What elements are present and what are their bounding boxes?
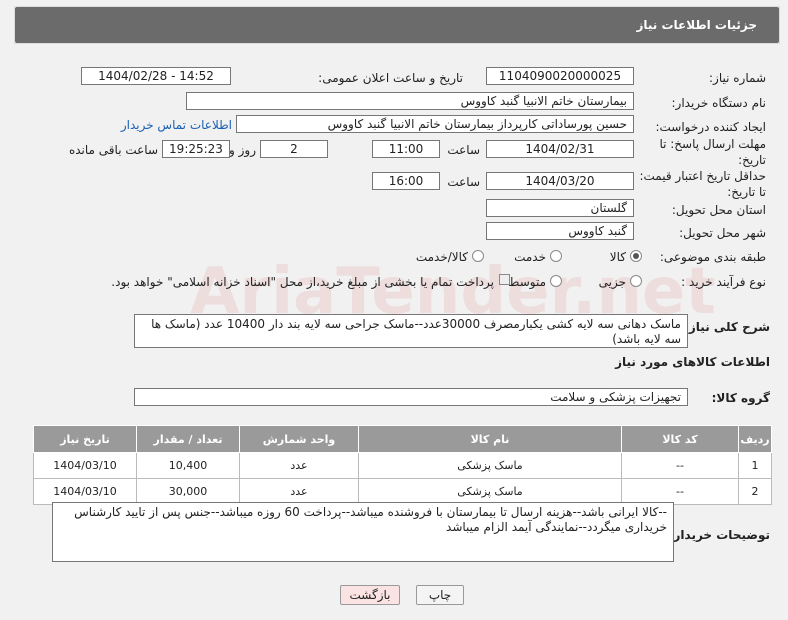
cell-row: 1 (738, 452, 772, 479)
process-radio-medium[interactable] (550, 275, 562, 287)
announce-field[interactable]: 1404/02/28 - 14:52 (81, 67, 231, 85)
payment-note: پرداخت تمام یا بخشی از مبلغ خرید،از محل … (111, 275, 494, 289)
cell-name: ماسک پزشکی (358, 478, 622, 505)
col-row: ردیف (738, 425, 772, 453)
goods-group-field[interactable]: تجهیزات پزشکی و سلامت (134, 388, 688, 406)
category-radio-goods[interactable] (630, 250, 642, 262)
page-title: جزئیات اطلاعات نیاز (15, 7, 779, 43)
city-field[interactable]: گنبد کاووس (486, 222, 634, 240)
buyer-notes-label: توضیحات خریدار: (668, 528, 770, 542)
remaining-label: ساعت باقی مانده (68, 143, 158, 157)
contact-info-link[interactable]: اطلاعات تماس خریدار (121, 118, 232, 132)
price-deadline-label-line2: تا تاریخ: (727, 185, 766, 199)
col-code: کد کالا (621, 425, 739, 453)
goods-info-title: اطلاعات کالاهای مورد نیاز (615, 355, 770, 369)
table-header-row: ردیف کد کالا نام کالا واحد شمارش تعداد /… (33, 425, 772, 453)
cell-unit: عدد (239, 452, 359, 479)
table-row: 2 -- ماسک پزشکی عدد 30,000 1404/03/10 (33, 478, 772, 505)
need-number-field[interactable]: 1104090020000025 (486, 67, 634, 85)
back-button[interactable]: بازگشت (340, 585, 400, 605)
description-field[interactable]: ماسک دهانی سه لایه کشی یکبارمصرف 30000عد… (134, 314, 688, 348)
send-deadline-label: مهلت ارسال پاسخ: تا تاریخ: (659, 136, 766, 168)
col-date: تاریخ نیاز (33, 425, 137, 453)
col-qty: تعداد / مقدار (136, 425, 240, 453)
category-label: طبقه بندی موضوعی: (659, 250, 766, 264)
category-option-service: خدمت (514, 250, 546, 264)
print-button[interactable]: چاپ (416, 585, 464, 605)
send-deadline-label-line1: مهلت ارسال پاسخ: تا (659, 137, 766, 151)
header-panel: جزئیات اطلاعات نیاز (14, 6, 780, 44)
price-time-field[interactable]: 16:00 (372, 172, 440, 190)
need-number-label: شماره نیاز: (709, 71, 766, 85)
price-time-label: ساعت (447, 175, 480, 189)
send-time-field[interactable]: 11:00 (372, 140, 440, 158)
province-label: استان محل تحویل: (671, 203, 766, 217)
city-label: شهر محل تحویل: (679, 226, 766, 240)
send-date-field[interactable]: 1404/02/31 (486, 140, 634, 158)
buyer-org-field[interactable]: بیمارستان خاتم الانبیا گنبد کاووس (186, 92, 634, 110)
price-deadline-label: حداقل تاریخ اعتبار قیمت: تا تاریخ: (639, 168, 766, 200)
category-option-goods-service: کالا/خدمت (415, 250, 468, 264)
category-radio-service[interactable] (550, 250, 562, 262)
price-date-field[interactable]: 1404/03/20 (486, 172, 634, 190)
table-row: 1 -- ماسک پزشکی عدد 10,400 1404/03/10 (33, 452, 772, 479)
process-label: نوع فرآیند خرید : (681, 275, 766, 289)
process-radio-minor[interactable] (630, 275, 642, 287)
send-time-label: ساعت (447, 143, 480, 157)
remaining-time-field[interactable]: 19:25:23 (162, 140, 230, 158)
cell-date: 1404/03/10 (33, 452, 137, 479)
treasury-checkbox[interactable] (499, 274, 510, 285)
process-option-medium: متوسط (508, 275, 546, 289)
items-table: ردیف کد کالا نام کالا واحد شمارش تعداد /… (33, 425, 772, 505)
cell-code: -- (621, 452, 739, 479)
cell-unit: عدد (239, 478, 359, 505)
cell-qty: 10,400 (136, 452, 240, 479)
buyer-org-label: نام دستگاه خریدار: (671, 96, 767, 110)
process-option-minor: جزیی (598, 275, 626, 289)
creator-label: ایجاد کننده درخواست: (655, 120, 766, 134)
col-unit: واحد شمارش (239, 425, 359, 453)
days-label: روز و (229, 143, 256, 157)
col-name: نام کالا (358, 425, 622, 453)
cell-date: 1404/03/10 (33, 478, 137, 505)
cell-row: 2 (738, 478, 772, 505)
announce-label: تاریخ و ساعت اعلان عمومی: (318, 71, 463, 85)
cell-code: -- (621, 478, 739, 505)
cell-qty: 30,000 (136, 478, 240, 505)
price-deadline-label-line1: حداقل تاریخ اعتبار قیمت: (639, 169, 766, 183)
description-label: شرح کلی نیاز: (684, 320, 770, 334)
buyer-notes-field[interactable]: --کالا ایرانی باشد--هزینه ارسال تا بیمار… (52, 502, 674, 562)
goods-group-label: گروه کالا: (711, 391, 770, 405)
category-radio-goods-service[interactable] (472, 250, 484, 262)
send-deadline-label-line2: تاریخ: (738, 153, 766, 167)
creator-field[interactable]: حسین پورساداتی کارپرداز بیمارستان خاتم ا… (236, 115, 634, 133)
days-field[interactable]: 2 (260, 140, 328, 158)
province-field[interactable]: گلستان (486, 199, 634, 217)
cell-name: ماسک پزشکی (358, 452, 622, 479)
category-option-goods: کالا (609, 250, 626, 264)
